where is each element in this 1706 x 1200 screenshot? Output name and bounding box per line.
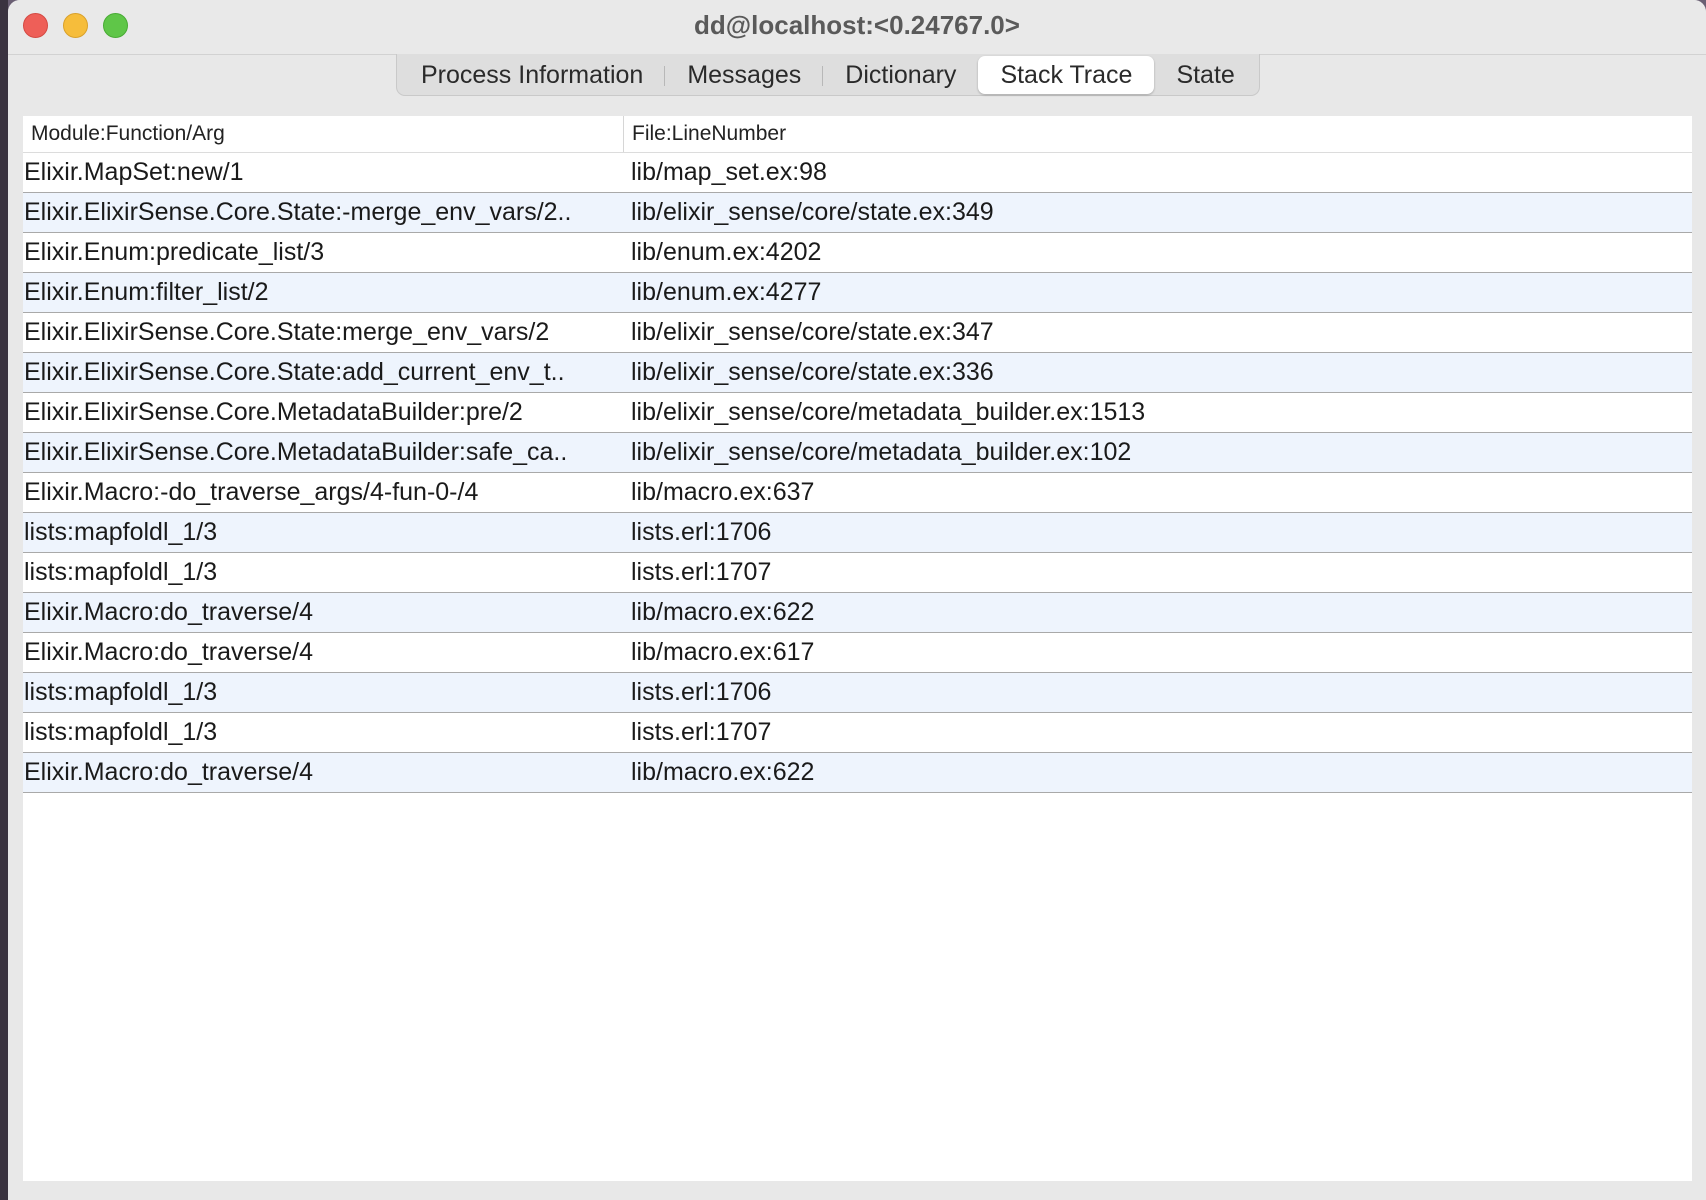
function-cell: lists:mapfoldl_1/3	[24, 558, 218, 586]
function-cell: Elixir.Macro:do_traverse/4	[24, 758, 314, 786]
function-cell: Elixir.ElixirSense.Core.MetadataBuilder:…	[24, 398, 523, 426]
column-header-file-linenumber[interactable]: File:LineNumber	[623, 116, 1692, 152]
function-cell: lists:mapfoldl_1/3	[24, 678, 218, 706]
tab-state[interactable]: State	[1154, 56, 1256, 94]
tab-messages[interactable]: Messages	[665, 56, 824, 94]
column-header-module-function-arg[interactable]: Module:Function/Arg	[23, 116, 623, 152]
location-cell: lib/elixir_sense/core/state.ex:349	[631, 198, 994, 226]
tab-process-information[interactable]: Process Information	[399, 56, 666, 94]
function-cell: Elixir.ElixirSense.Core.State:add_curren…	[24, 358, 565, 386]
location-cell: lib/macro.ex:617	[631, 638, 815, 666]
function-cell: Elixir.Macro:do_traverse/4	[24, 598, 314, 626]
function-cell: lists:mapfoldl_1/3	[24, 518, 218, 546]
location-cell: lib/macro.ex:637	[631, 478, 815, 506]
location-cell: lib/map_set.ex:98	[631, 158, 827, 186]
function-cell: Elixir.ElixirSense.Core.State:merge_env_…	[24, 318, 550, 346]
location-cell: lib/enum.ex:4202	[631, 238, 822, 266]
table-row[interactable]: lists:mapfoldl_1/3 lists.erl:1706	[23, 673, 1692, 713]
location-cell: lists.erl:1707	[631, 558, 772, 586]
background-desktop-strip	[0, 0, 8, 1200]
table-row[interactable]: Elixir.Macro:do_traverse/4 lib/macro.ex:6…	[23, 753, 1692, 793]
table-row[interactable]: Elixir.ElixirSense.Core.State:merge_env_…	[23, 313, 1692, 353]
table-row[interactable]: Elixir.Enum:predicate_list/3 lib/enum.ex:…	[23, 233, 1692, 273]
process-window: dd@localhost:<0.24767.0> Process Informa…	[8, 0, 1706, 1200]
function-cell: Elixir.Macro:-do_traverse_args/4-fun-0-/…	[24, 478, 479, 506]
function-cell: lists:mapfoldl_1/3	[24, 718, 218, 746]
location-cell: lib/elixir_sense/core/metadata_builder.e…	[631, 438, 1132, 466]
location-cell: lib/enum.ex:4277	[631, 278, 822, 306]
tab-bar: Process Information Messages Dictionary …	[396, 54, 1260, 96]
function-cell: Elixir.MapSet:new/1	[24, 158, 244, 186]
function-cell: Elixir.Enum:predicate_list/3	[24, 238, 325, 266]
location-cell: lib/elixir_sense/core/state.ex:347	[631, 318, 994, 346]
location-cell: lib/elixir_sense/core/state.ex:336	[631, 358, 994, 386]
table-row[interactable]: Elixir.ElixirSense.Core.State:-merge_env…	[23, 193, 1692, 233]
table-row[interactable]: Elixir.ElixirSense.Core.MetadataBuilder:…	[23, 433, 1692, 473]
table-header: Module:Function/Arg File:LineNumber	[23, 116, 1692, 153]
function-cell: Elixir.Enum:filter_list/2	[24, 278, 269, 306]
table-row[interactable]: Elixir.Macro:-do_traverse_args/4-fun-0-/…	[23, 473, 1692, 513]
stack-trace-table: Module:Function/Arg File:LineNumber Elix…	[23, 116, 1692, 1181]
table-row[interactable]: Elixir.Macro:do_traverse/4 lib/macro.ex:6…	[23, 633, 1692, 673]
window-title: dd@localhost:<0.24767.0>	[694, 10, 1020, 40]
table-row[interactable]: lists:mapfoldl_1/3 lists.erl:1706	[23, 513, 1692, 553]
table-row[interactable]: lists:mapfoldl_1/3 lists.erl:1707	[23, 713, 1692, 753]
table-row[interactable]: Elixir.ElixirSense.Core.State:add_curren…	[23, 353, 1692, 393]
table-row[interactable]: Elixir.ElixirSense.Core.MetadataBuilder:…	[23, 393, 1692, 433]
function-cell: Elixir.ElixirSense.Core.State:-merge_env…	[24, 198, 572, 226]
location-cell: lib/macro.ex:622	[631, 598, 815, 626]
table-row[interactable]: lists:mapfoldl_1/3 lists.erl:1707	[23, 553, 1692, 593]
tab-stack-trace[interactable]: Stack Trace	[978, 55, 1155, 94]
location-cell: lists.erl:1707	[631, 718, 772, 746]
title-bar[interactable]: dd@localhost:<0.24767.0>	[8, 0, 1706, 55]
table-body: Elixir.MapSet:new/1 lib/map_set.ex:98 Elix…	[23, 153, 1692, 793]
table-row[interactable]: Elixir.MapSet:new/1 lib/map_set.ex:98	[23, 153, 1692, 193]
table-row[interactable]: Elixir.Enum:filter_list/2 lib/enum.ex:427…	[23, 273, 1692, 313]
location-cell: lists.erl:1706	[631, 678, 772, 706]
tab-dictionary[interactable]: Dictionary	[823, 56, 978, 94]
location-cell: lists.erl:1706	[631, 518, 772, 546]
table-row[interactable]: Elixir.Macro:do_traverse/4 lib/macro.ex:6…	[23, 593, 1692, 633]
location-cell: lib/elixir_sense/core/metadata_builder.e…	[631, 398, 1146, 426]
function-cell: Elixir.Macro:do_traverse/4	[24, 638, 314, 666]
location-cell: lib/macro.ex:622	[631, 758, 815, 786]
function-cell: Elixir.ElixirSense.Core.MetadataBuilder:…	[24, 438, 568, 466]
